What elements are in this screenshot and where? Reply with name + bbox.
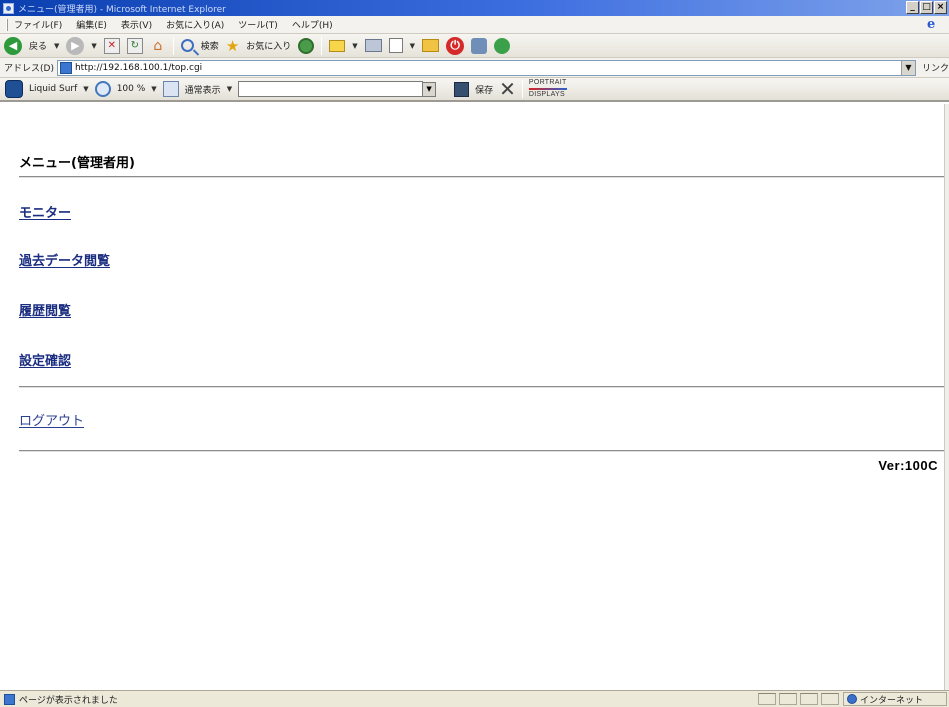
logout-link[interactable]: ログアウト: [19, 410, 84, 429]
favorites-label[interactable]: お気に入り: [246, 39, 291, 52]
home-icon[interactable]: ⌂: [150, 38, 166, 54]
back-icon[interactable]: ◀: [4, 36, 22, 55]
status-pane: [800, 693, 818, 705]
forward-dropdown-icon[interactable]: ▼: [91, 42, 96, 50]
toolbar-grip[interactable]: [6, 18, 8, 31]
edit-dropdown-icon[interactable]: ▼: [410, 42, 415, 50]
security-zone: インターネット: [843, 692, 947, 706]
internet-globe-icon: [847, 694, 857, 704]
liquid-surf-input[interactable]: [238, 81, 424, 97]
back-label[interactable]: 戻る: [29, 39, 47, 52]
version-label: Ver:100C: [878, 458, 938, 473]
divider: [19, 386, 944, 388]
toolbar-separator: [521, 80, 523, 98]
liquid-surf-dropdown-icon[interactable]: ▼: [83, 85, 88, 93]
log-view-link[interactable]: 履歴閲覧: [19, 300, 71, 319]
menu-file[interactable]: ファイル(F): [14, 18, 62, 31]
vertical-scrollbar[interactable]: [944, 104, 949, 690]
menu-tools[interactable]: ツール(T): [238, 18, 278, 31]
liquid-surf-input-dropdown-icon[interactable]: ▼: [422, 81, 437, 97]
status-pane: [779, 693, 797, 705]
folder-icon[interactable]: [422, 39, 440, 52]
address-input[interactable]: http://192.168.100.1/top.cgi ▼: [56, 59, 916, 76]
status-pane: [821, 693, 839, 705]
minimize-button[interactable]: _: [906, 1, 919, 14]
refresh-icon[interactable]: ↻: [126, 37, 143, 54]
mail-dropdown-icon[interactable]: ▼: [352, 42, 357, 50]
favorites-star-icon[interactable]: ★: [226, 37, 239, 55]
edit-icon[interactable]: [388, 38, 403, 53]
links-label[interactable]: リンク: [922, 61, 949, 74]
liquid-surf-icon[interactable]: [5, 80, 23, 98]
settings-check-link[interactable]: 設定確認: [19, 350, 71, 369]
menu-favorites[interactable]: お気に入り(A): [166, 18, 224, 31]
address-bar: アドレス(D) http://192.168.100.1/top.cgi ▼ リ…: [0, 58, 949, 78]
forward-icon[interactable]: ▶: [66, 36, 85, 55]
monitor-link[interactable]: モニター: [19, 202, 71, 221]
zoom-level[interactable]: 100 %: [117, 84, 146, 94]
research-icon[interactable]: [471, 37, 488, 54]
page-title: メニュー(管理者用): [19, 156, 135, 171]
liquid-surf-label[interactable]: Liquid Surf: [29, 84, 77, 94]
back-dropdown-icon[interactable]: ▼: [54, 42, 59, 50]
maximize-button[interactable]: □: [920, 1, 933, 14]
standard-toolbar: ◀ 戻る ▼ ▶ ▼ ✕ ↻ ⌂ 検索 ★ お気に入り ▼ ▼ ⏻: [0, 34, 949, 58]
address-label: アドレス(D): [4, 64, 54, 74]
divider: [19, 450, 944, 452]
page-content: メニュー(管理者用) モニター 過去データ閲覧 履歴閲覧 設定確認 ログアウト …: [10, 104, 944, 690]
window-title: メニュー(管理者用) - Microsoft Internet Explorer: [18, 4, 226, 15]
address-dropdown-icon[interactable]: ▼: [900, 60, 915, 75]
close-window-button[interactable]: ×: [934, 1, 947, 14]
zoom-icon[interactable]: [94, 81, 111, 97]
logo-top-text: PORTRAIT: [528, 79, 567, 86]
menu-help[interactable]: ヘルプ(H): [292, 18, 333, 31]
menu-view[interactable]: 表示(V): [121, 18, 152, 31]
close-icon[interactable]: ✕: [499, 79, 516, 99]
mail-icon[interactable]: [329, 39, 346, 52]
save-label[interactable]: 保存: [475, 83, 493, 96]
save-icon[interactable]: [454, 81, 470, 97]
history-data-link[interactable]: 過去データ閲覧: [19, 250, 110, 269]
page-favicon-icon: [59, 61, 72, 74]
print-icon[interactable]: [364, 39, 382, 52]
toolbar-separator: [172, 36, 174, 55]
status-pane: [758, 693, 776, 705]
messenger-icon[interactable]: [494, 37, 511, 54]
view-mode-label[interactable]: 通常表示: [185, 83, 221, 96]
stop-icon[interactable]: ✕: [103, 37, 120, 54]
zoom-dropdown-icon[interactable]: ▼: [151, 85, 156, 93]
status-panes: [758, 693, 839, 705]
toolbar-separator: [321, 36, 323, 55]
page-status-icon: [4, 693, 15, 705]
zone-text: インターネット: [860, 695, 924, 706]
power-icon[interactable]: ⏻: [446, 36, 465, 55]
address-url[interactable]: http://192.168.100.1/top.cgi: [75, 63, 202, 73]
history-icon[interactable]: [298, 37, 315, 54]
windows-logo-icon: e: [927, 17, 936, 32]
portrait-displays-logo: PORTRAIT DISPLAYS: [528, 79, 567, 99]
ie-page-icon: [3, 2, 14, 14]
search-icon[interactable]: [180, 39, 194, 52]
divider: [19, 176, 944, 178]
window-controls: _ □ ×: [906, 1, 947, 14]
liquid-surf-toolbar: Liquid Surf ▼ 100 % ▼ 通常表示 ▼ ▼ 保存 ✕ PORT…: [0, 78, 949, 102]
status-bar: ページが表示されました インターネット: [0, 690, 949, 707]
logo-bar: [528, 88, 567, 90]
menu-bar: ファイル(F) 編集(E) 表示(V) お気に入り(A) ツール(T) ヘルプ(…: [0, 16, 949, 34]
logo-bottom-text: DISPLAYS: [528, 91, 565, 98]
window-title-bar: メニュー(管理者用) - Microsoft Internet Explorer…: [0, 0, 949, 16]
menu-edit[interactable]: 編集(E): [76, 18, 107, 31]
view-mode-dropdown-icon[interactable]: ▼: [227, 85, 232, 93]
search-label[interactable]: 検索: [201, 39, 219, 52]
status-text: ページが表示されました: [19, 695, 118, 706]
view-mode-icon[interactable]: [162, 81, 179, 97]
